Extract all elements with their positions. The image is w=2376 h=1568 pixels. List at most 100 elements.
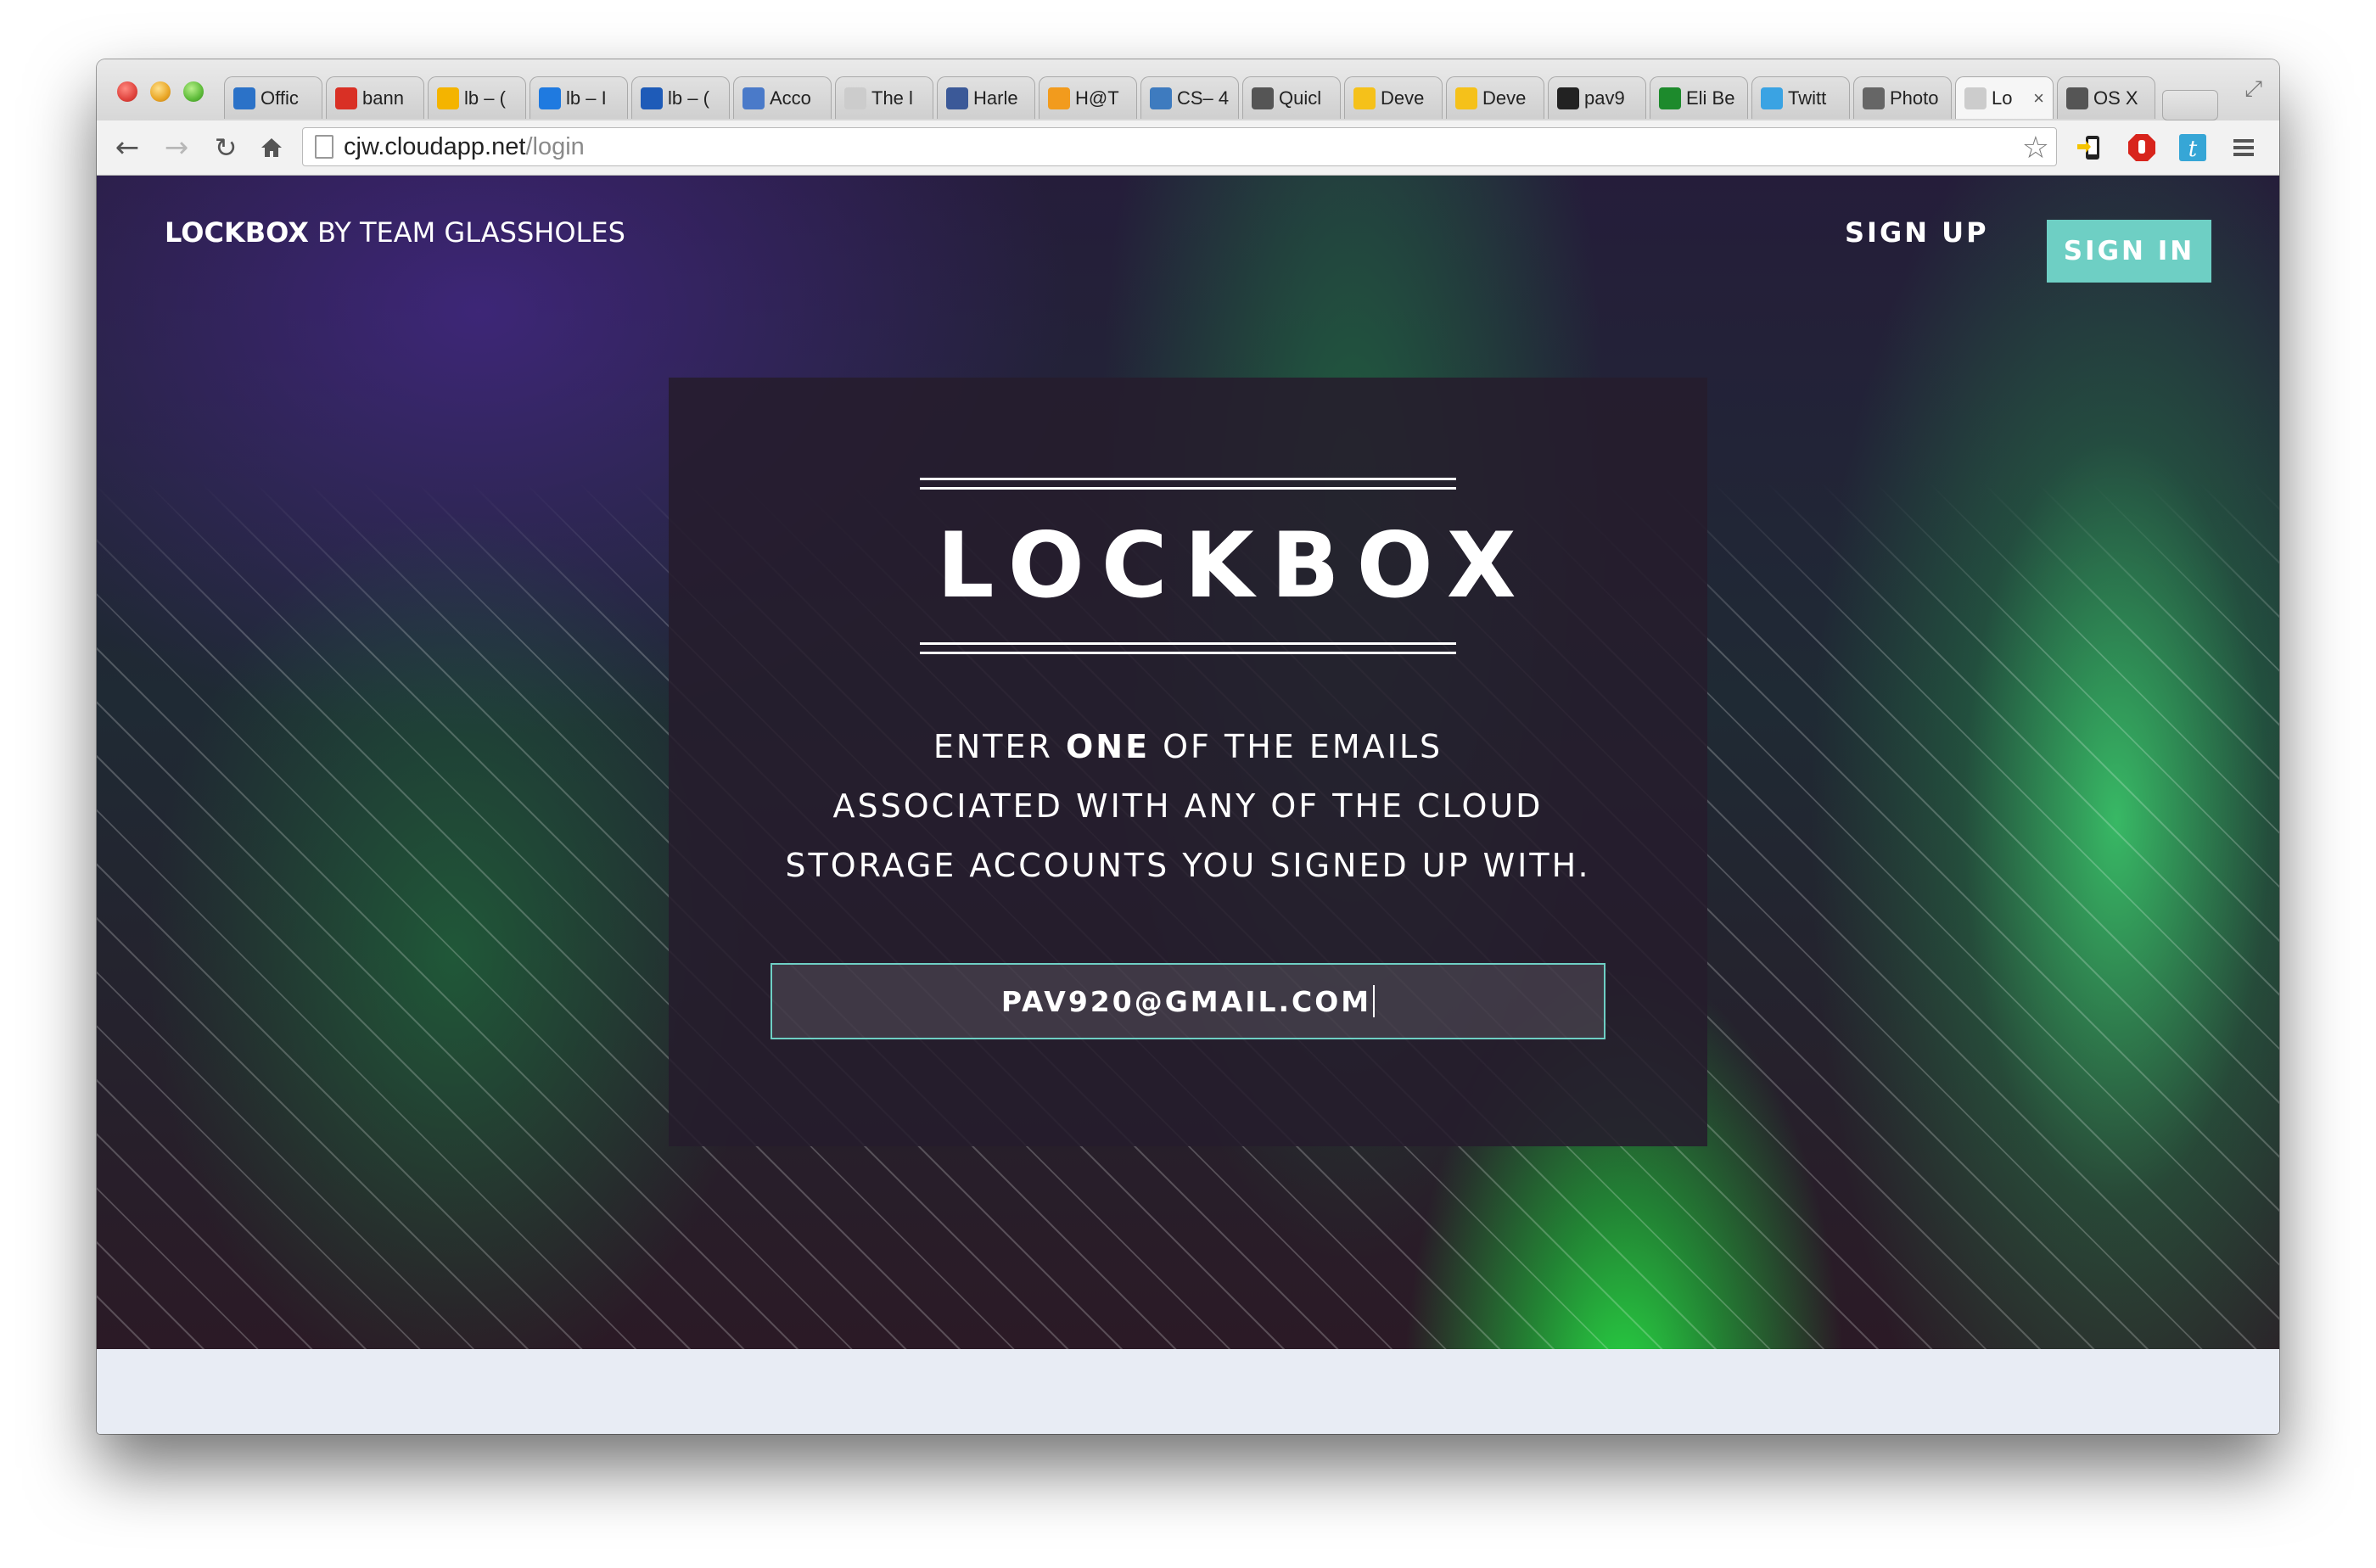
onedrive-icon [641,87,663,109]
tab-label: lb – I [566,87,607,109]
instruction-prefix: ENTER [933,728,1066,765]
site-brand[interactable]: LOCKBOX BY TEAM GLASSHOLES [165,216,625,249]
apple-icon [2066,87,2088,109]
instruction-emphasis: ONE [1065,728,1151,765]
brand-name: LOCKBOX [165,216,309,249]
page-icon [844,87,866,109]
back-button[interactable]: ← [109,129,146,166]
browser-tab[interactable]: pav9 [1548,76,1646,119]
gmail-icon [335,87,357,109]
twitter-icon [1761,87,1783,109]
title-bar: Offic bann lb – ( lb – I lb – ( Acco The l Harl… [97,59,2279,120]
browser-tab[interactable]: H@T [1039,76,1137,119]
extension-adblock-button[interactable] [2125,131,2159,165]
tab-label: Photo [1890,87,1939,109]
browser-tab[interactable]: Twitt [1751,76,1850,119]
tab-label: Deve [1482,87,1527,109]
reload-button[interactable]: ↻ [207,129,244,166]
browser-toolbar: ← → ↻ cjw.cloudapp.net /login ☆ t [97,120,2279,176]
lockbox-logo: LOCKBOX [937,513,1533,618]
close-tab-icon[interactable]: × [2033,87,2044,109]
developer-icon [1353,87,1376,109]
google-drive-icon [437,87,459,109]
browser-tab[interactable]: Photo [1853,76,1952,119]
bookmark-star-icon[interactable]: ☆ [2022,130,2049,165]
zoom-window-button[interactable] [183,81,204,102]
browser-tab[interactable]: bann [326,76,424,119]
browser-tab[interactable]: Offic [224,76,322,119]
instruction-line1-rest: OF THE EMAILS [1150,728,1443,765]
stop-hand-icon [2128,134,2155,161]
tab-label: Eli Be [1686,87,1735,109]
page-icon [315,135,333,159]
arrow-right-icon: → [164,131,189,165]
tab-label: H@T [1075,87,1119,109]
tumblr-icon: t [2179,134,2206,162]
home-button[interactable] [253,129,290,166]
phone-icon [1252,87,1274,109]
tab-label: CS– 4 [1177,87,1230,109]
browser-tab[interactable]: lb – I [530,76,628,119]
piazza-icon [1150,87,1172,109]
browser-tab[interactable]: lb – ( [631,76,730,119]
browser-tab[interactable]: Eli Be [1650,76,1748,119]
developer-icon [1455,87,1477,109]
tab-label: lb – ( [668,87,709,109]
hat-icon [1048,87,1070,109]
tab-label: Acco [770,87,811,109]
instruction-line-1: ENTER ONE OF THE EMAILS [669,717,1707,776]
home-icon [261,138,282,157]
new-tab-button[interactable] [2162,90,2218,120]
url-path: /login [525,132,585,160]
chrome-menu-button[interactable] [2227,131,2261,165]
page-viewport: LOCKBOX BY TEAM GLASSHOLES SIGN UP SIGN … [97,176,2279,1349]
browser-tab[interactable]: OS X [2057,76,2155,119]
instruction-line-3: STORAGE ACCOUNTS YOU SIGNED UP WITH. [785,847,1591,884]
browser-tab[interactable]: Deve [1446,76,1544,119]
extension-tumblr-button[interactable]: t [2176,131,2210,165]
facebook-icon [946,87,968,109]
browser-tab[interactable]: Harle [937,76,1035,119]
logo-rule-bottom [920,642,1456,654]
close-window-button[interactable] [117,81,137,102]
svg-text:t: t [2188,137,2198,162]
sign-up-link[interactable]: SIGN UP [1845,216,1989,249]
page-icon [1964,87,1987,109]
reload-icon: ↻ [214,132,238,164]
browser-tab[interactable]: lb – ( [428,76,526,119]
url-host: cjw.cloudapp.net [344,132,526,160]
browser-tab[interactable]: The l [835,76,933,119]
brush-icon [1863,87,1885,109]
browser-tab[interactable]: Lo × [1955,76,2054,119]
fullscreen-icon[interactable]: ⤢ [2244,76,2262,103]
browser-tab[interactable]: Quicl [1242,76,1341,119]
hamburger-menu-icon [2233,139,2254,156]
tab-label: Quicl [1279,87,1322,109]
browser-tab[interactable]: Acco [733,76,832,119]
login-instructions: ENTER ONE OF THE EMAILS ASSOCIATED WITH … [669,717,1707,895]
tab-label: Harle [973,87,1018,109]
forward-button[interactable]: → [158,129,195,166]
email-field[interactable] [771,963,1605,1039]
tab-strip: Offic bann lb – ( lb – I lb – ( Acco The l Harl… [224,76,2218,120]
login-card: LOCKBOX ENTER ONE OF THE EMAILS ASSOCIAT… [669,378,1707,1146]
account-icon [742,87,765,109]
browser-tab[interactable]: CS– 4 [1140,76,1239,119]
arrow-left-icon: ← [115,131,140,165]
tab-label: Offic [261,87,299,109]
extension-phone-button[interactable] [2074,131,2108,165]
sign-in-button[interactable]: SIGN IN [2047,220,2211,283]
tab-label: Twitt [1788,87,1827,109]
tab-label: lb – ( [464,87,506,109]
browser-window: Offic bann lb – ( lb – I lb – ( Acco The l Harl… [97,59,2279,1434]
logo-rule-top [920,478,1456,490]
browser-tab[interactable]: Deve [1344,76,1443,119]
address-bar[interactable]: cjw.cloudapp.net /login ☆ [302,127,2057,166]
minimize-window-button[interactable] [150,81,171,102]
tab-label: bann [362,87,404,109]
tab-label: The l [871,87,913,109]
b-icon [1659,87,1681,109]
tab-label: OS X [2093,87,2138,109]
github-icon [1557,87,1579,109]
dropbox-icon [539,87,561,109]
